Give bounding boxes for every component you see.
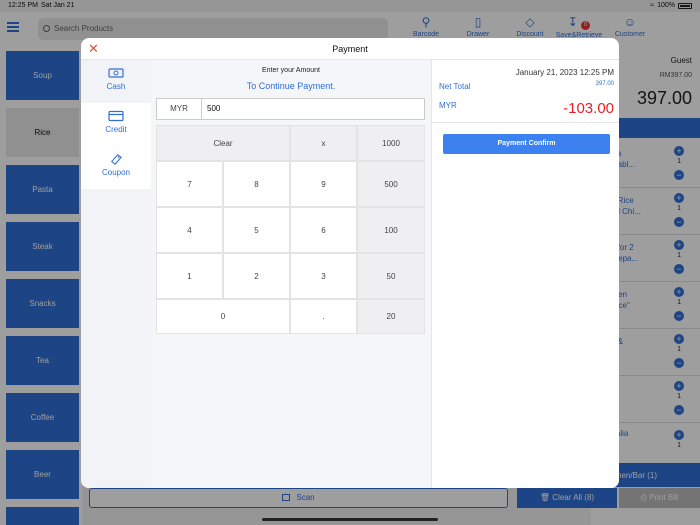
key-0[interactable]: 0 — [156, 299, 290, 334]
home-indicator[interactable] — [262, 518, 438, 521]
continue-payment-label: To Continue Payment. — [246, 81, 336, 91]
key-9[interactable]: 9 — [290, 161, 357, 207]
key-1000[interactable]: 1000 — [357, 125, 425, 161]
key-3[interactable]: 3 — [290, 253, 357, 299]
key-50[interactable]: 50 — [357, 253, 425, 299]
key-5[interactable]: 5 — [223, 207, 290, 253]
key-8[interactable]: 8 — [223, 161, 290, 207]
tab-credit[interactable]: Credit — [81, 103, 151, 146]
key-4[interactable]: 4 — [156, 207, 223, 253]
key-7[interactable]: 7 — [156, 161, 223, 207]
payment-confirm-button[interactable]: Payment Confirm — [443, 134, 610, 154]
key-1[interactable]: 1 — [156, 253, 223, 299]
payment-summary: January 21, 2023 12:25 PM Net Total 397.… — [432, 60, 619, 123]
currency-selector[interactable]: MYR — [156, 98, 202, 120]
enter-amount-label: Enter your Amount — [262, 67, 320, 74]
key-clear[interactable]: Clear — [156, 125, 290, 161]
credit-card-icon — [108, 110, 124, 122]
tab-credit-label: Credit — [105, 125, 127, 134]
key-100[interactable]: 100 — [357, 207, 425, 253]
tab-cash-label: Cash — [106, 82, 126, 91]
cash-icon — [108, 68, 124, 78]
modal-header: ✕ Payment — [81, 38, 619, 60]
numeric-keypad: Clear x 1000 7 8 9 500 4 5 6 100 1 2 3 5… — [156, 125, 425, 334]
net-total-value: 397.00 — [595, 81, 614, 87]
tab-cash[interactable]: Cash — [81, 60, 151, 103]
key-6[interactable]: 6 — [290, 207, 357, 253]
key-decimal[interactable]: . — [290, 299, 357, 334]
net-total-label: Net Total — [439, 82, 471, 91]
modal-title: Payment — [332, 44, 368, 54]
key-backspace[interactable]: x — [290, 125, 357, 161]
transaction-datetime: January 21, 2023 12:25 PM — [515, 68, 614, 77]
payment-method-tabs: Cash Credit Coupon — [81, 60, 151, 488]
key-2[interactable]: 2 — [223, 253, 290, 299]
amount-input[interactable]: 500 — [202, 98, 425, 120]
amount-entry-panel: Enter your Amount To Continue Payment. M… — [151, 60, 431, 488]
balance-value: -103.00 — [563, 100, 614, 117]
payment-summary-column: January 21, 2023 12:25 PM Net Total 397.… — [431, 60, 619, 488]
tab-coupon[interactable]: Coupon — [81, 146, 151, 189]
currency-label: MYR — [439, 101, 457, 110]
key-500[interactable]: 500 — [357, 161, 425, 207]
key-20[interactable]: 20 — [357, 299, 425, 334]
tab-coupon-label: Coupon — [101, 168, 131, 177]
coupon-icon — [110, 154, 122, 165]
amount-row: MYR 500 — [156, 98, 425, 120]
payment-modal: ✕ Payment Cash Credit Coupon Enter your … — [81, 38, 619, 488]
